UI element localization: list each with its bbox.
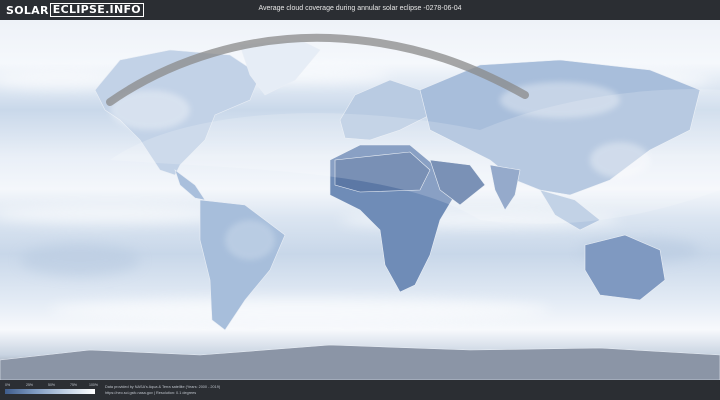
legend-tick-25: 25%	[26, 383, 34, 387]
header-bar: SOLAR ECLIPSE.INFO Average cloud coverag…	[0, 0, 720, 20]
data-credit: Data provided by NASA's Aqua & Terra sat…	[105, 384, 220, 396]
legend-tick-100: 100%	[89, 383, 98, 387]
legend-tick-0: 0%	[5, 383, 11, 387]
legend-tick-50: 50%	[48, 383, 56, 387]
world-map-svg	[0, 20, 720, 380]
credit-line-2: https://neo.sci.gsfc.nasa.gov | Resoluti…	[105, 391, 197, 395]
legend-tick-75: 75%	[70, 383, 78, 387]
cloud-coverage-map	[0, 20, 720, 380]
cloud-coverage-legend	[5, 389, 95, 394]
page-title: Average cloud coverage during annular so…	[258, 5, 462, 12]
